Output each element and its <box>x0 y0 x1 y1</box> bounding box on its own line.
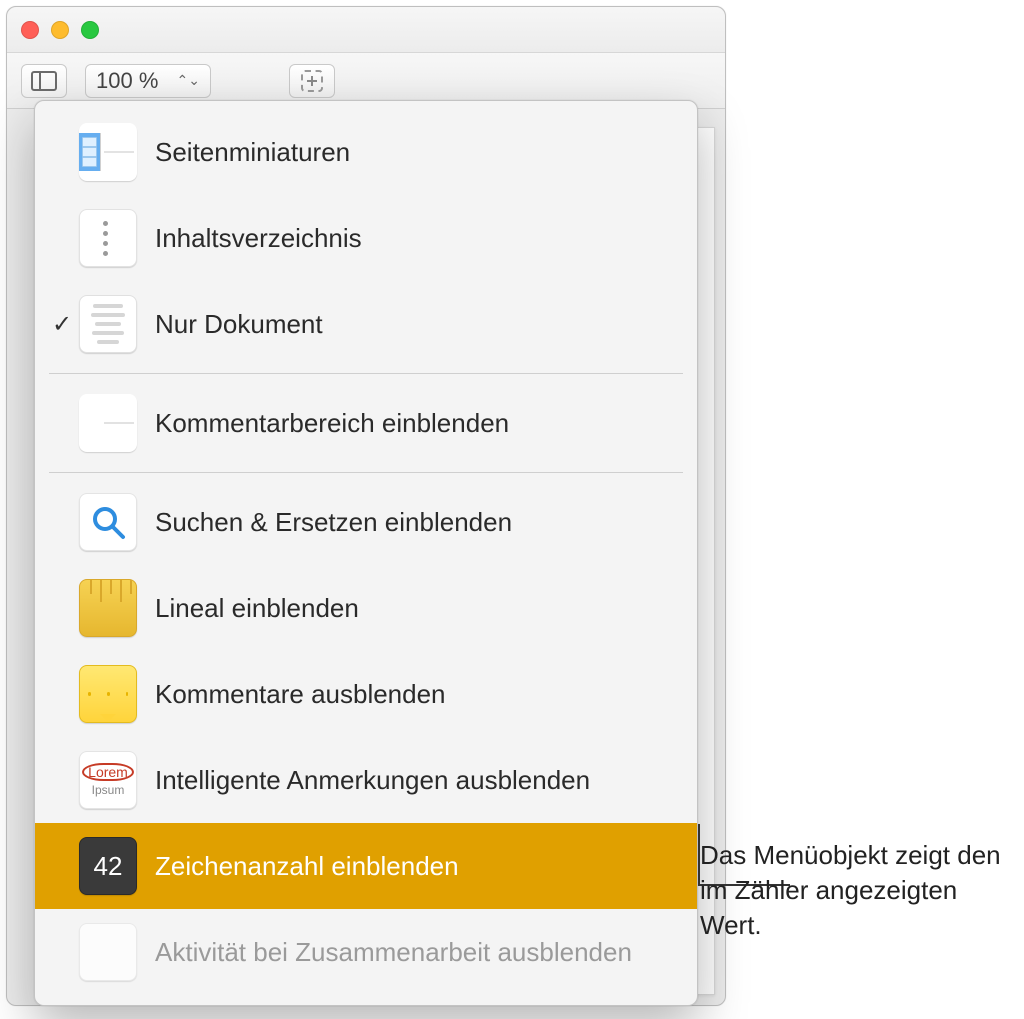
char-count-value: 42 <box>94 851 123 882</box>
toc-icon <box>79 209 137 267</box>
menu-separator <box>49 373 683 374</box>
menu-item-label: Lineal einblenden <box>155 593 679 624</box>
search-icon <box>79 493 137 551</box>
comments-pane-icon <box>79 394 137 452</box>
titlebar <box>7 7 725 53</box>
ruler-icon <box>79 579 137 637</box>
menu-item-label: Zeichenanzahl einblenden <box>155 851 679 882</box>
menu-item-label: Kommentare ausblenden <box>155 679 679 710</box>
menu-item-hide-smart-annotations[interactable]: LoremIpsum Intelligente Anmerkungen ausb… <box>35 737 697 823</box>
menu-item-show-character-count[interactable]: 42 Zeichenanzahl einblenden <box>35 823 697 909</box>
add-page-button[interactable] <box>289 64 335 98</box>
menu-item-label: Suchen & Ersetzen einblenden <box>155 507 679 538</box>
close-window-button[interactable] <box>21 21 39 39</box>
zoom-select[interactable]: 100 % ⌃⌄ <box>85 64 211 98</box>
menu-item-hide-comments[interactable]: Kommentare ausblenden <box>35 651 697 737</box>
collab-icon <box>79 923 137 981</box>
callout-text: Das Menüobjekt zeigt den im Zähler angez… <box>700 838 1020 943</box>
menu-item-thumbnails[interactable]: Seitenminiaturen <box>35 109 697 195</box>
comment-note-icon <box>79 665 137 723</box>
menu-item-show-ruler[interactable]: Lineal einblenden <box>35 565 697 651</box>
menu-item-document-only[interactable]: ✓ Nur Dokument <box>35 281 697 367</box>
view-menu-button[interactable] <box>21 64 67 98</box>
minimize-window-button[interactable] <box>51 21 69 39</box>
thumbnails-icon <box>79 123 137 181</box>
menu-item-toc[interactable]: Inhaltsverzeichnis <box>35 195 697 281</box>
menu-item-label: Seitenminiaturen <box>155 137 679 168</box>
menu-item-show-comments-pane[interactable]: Kommentarbereich einblenden <box>35 380 697 466</box>
menu-item-label: Kommentarbereich einblenden <box>155 408 679 439</box>
checkmark-icon: ✓ <box>45 310 79 339</box>
document-only-icon <box>79 295 137 353</box>
view-menu-dropdown: Seitenminiaturen Inhaltsverzeichnis ✓ Nu… <box>34 100 698 1006</box>
menu-item-find-replace[interactable]: Suchen & Ersetzen einblenden <box>35 479 697 565</box>
menu-separator <box>49 472 683 473</box>
sidebar-layout-icon <box>31 71 57 91</box>
zoom-value: 100 % <box>96 68 158 94</box>
menu-item-label: Intelligente Anmerkungen ausblenden <box>155 765 679 796</box>
window-controls <box>21 21 99 39</box>
lorem-icon: LoremIpsum <box>79 751 137 809</box>
menu-item-label: Inhaltsverzeichnis <box>155 223 679 254</box>
zoom-window-button[interactable] <box>81 21 99 39</box>
add-page-icon <box>301 70 323 92</box>
menu-item-hide-collaboration-activity: Aktivität bei Zusammenarbeit ausblenden <box>35 909 697 995</box>
menu-item-label: Nur Dokument <box>155 309 679 340</box>
char-count-icon: 42 <box>79 837 137 895</box>
chevron-up-down-icon: ⌃⌄ <box>177 72 200 89</box>
menu-item-label: Aktivität bei Zusammenarbeit ausblenden <box>155 937 679 968</box>
